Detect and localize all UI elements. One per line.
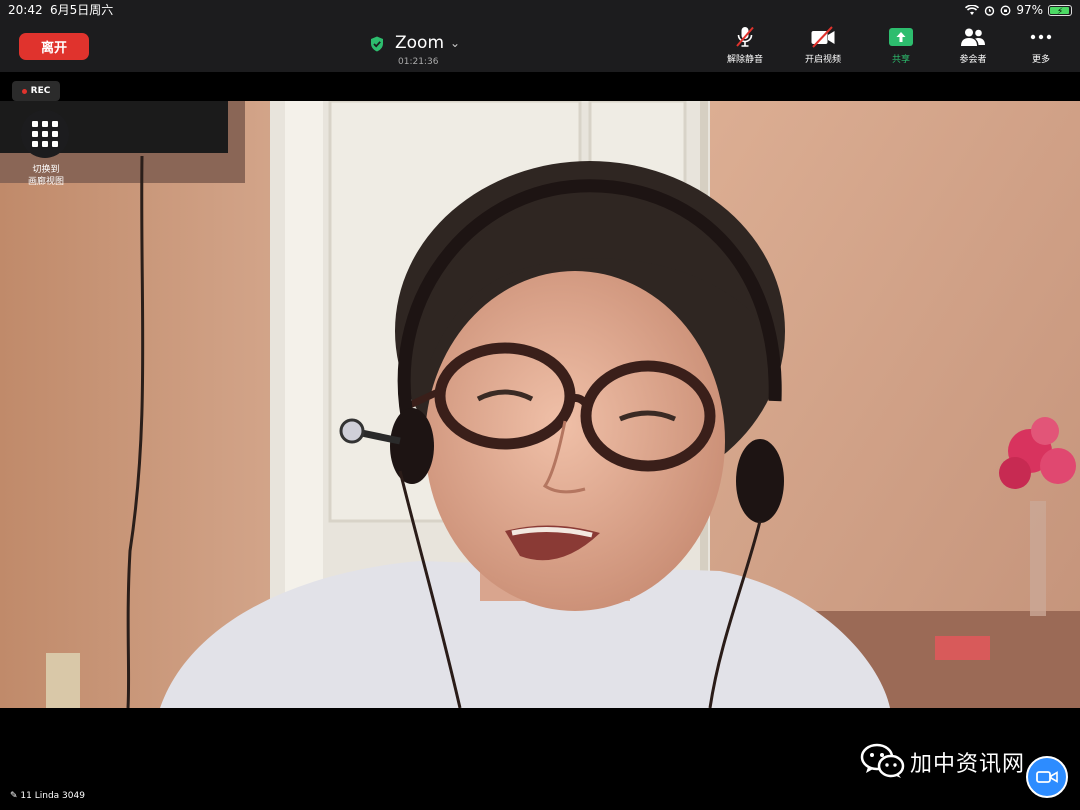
start-video-label: 开启视频 [804,55,841,65]
video-feed [0,101,1080,708]
participant-name: 11 Linda 3049 [20,791,85,801]
wifi-icon [965,4,980,15]
orientation-lock-icon [1000,5,1011,15]
leave-button[interactable]: 离开 [19,33,89,60]
meeting-title: Zoom [395,33,445,53]
meeting-toolbar: 离开 Zoom ⌄ 01:21:36 解除静音 开启视频 共享 参会者 更多 [0,20,1080,72]
people-icon [961,28,985,46]
recording-label: REC [30,86,51,96]
watermark-text: 加中资讯网 [910,752,1026,777]
meeting-info[interactable]: Zoom ⌄ 01:21:36 [360,30,480,70]
more-button[interactable]: 更多 [1011,25,1071,69]
charging-icon: ⚡ [1056,6,1064,17]
status-time: 20:42 [8,3,43,17]
participants-button[interactable]: 参会者 [943,25,1003,69]
watermark: 加中资讯网 [858,742,1048,784]
camera-icon [1036,771,1058,783]
pin-icon: ✎ [10,791,18,801]
share-arrow-icon [889,28,913,46]
status-indicators: 97% ⚡ [965,0,1072,20]
status-date: 6月5日周六 [50,3,114,17]
camera-fab-button[interactable] [1026,756,1068,798]
participants-label: 参会者 [959,55,987,65]
video-off-icon [811,26,835,48]
start-video-button[interactable]: 开启视频 [793,25,853,69]
status-bar: 20:42 6月5日周六 97% ⚡ [0,0,1080,20]
wechat-icon [860,743,905,778]
grid-icon [32,121,58,147]
gallery-view-label: 切换到 画廊视图 [27,165,64,187]
meeting-timer: 01:21:36 [398,57,439,67]
share-button[interactable]: 共享 [871,25,931,69]
gallery-view-button[interactable] [21,110,69,158]
shield-check-icon [371,36,383,52]
recording-badge: REC [12,81,60,101]
chevron-down-icon: ⌄ [450,36,461,50]
more-dots-icon [1030,34,1052,40]
participant-name-label: ✎ 11 Linda 3049 [10,791,85,801]
battery-percent: 97% [1016,3,1043,17]
share-label: 共享 [891,55,910,65]
record-dot-icon [21,88,27,94]
battery-icon: ⚡ [1048,4,1072,17]
unmute-label: 解除静音 [726,55,763,65]
more-label: 更多 [1031,55,1050,65]
alarm-icon [985,5,995,16]
participant-video [0,101,1080,708]
unmute-button[interactable]: 解除静音 [715,25,775,69]
mic-off-icon [736,26,754,47]
